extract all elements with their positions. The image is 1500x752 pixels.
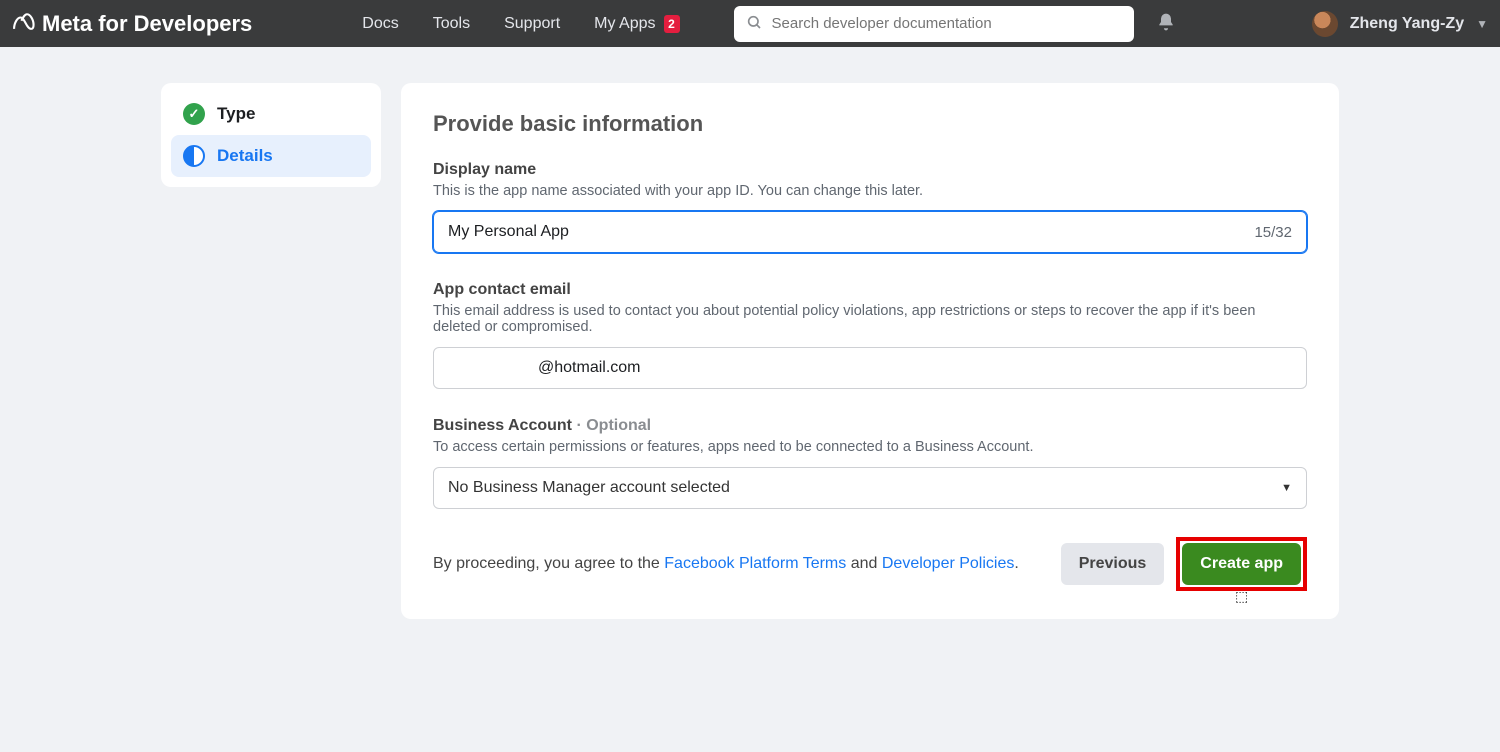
bell-icon: [1156, 12, 1176, 32]
step-type-label: Type: [217, 104, 255, 124]
nav-links: Docs Tools Support My Apps 2: [348, 11, 693, 37]
nav-docs[interactable]: Docs: [348, 11, 412, 37]
email-help: This email address is used to contact yo…: [433, 303, 1307, 335]
meta-logo-icon: [10, 11, 36, 37]
nav-my-apps[interactable]: My Apps 2: [580, 11, 693, 37]
top-nav: Meta for Developers Docs Tools Support M…: [0, 0, 1500, 47]
chevron-down-icon: ▼: [1281, 482, 1292, 494]
business-group: Business Account · Optional To access ce…: [433, 417, 1307, 509]
platform-terms-link[interactable]: Facebook Platform Terms: [664, 555, 846, 572]
notifications-button[interactable]: [1156, 12, 1176, 35]
display-name-group: Display name This is the app name associ…: [433, 161, 1307, 253]
step-details[interactable]: Details: [171, 135, 371, 177]
display-name-input-wrap: 15/32: [433, 211, 1307, 253]
display-name-input[interactable]: [448, 223, 1254, 241]
business-label: Business Account · Optional: [433, 417, 1307, 435]
highlight-annotation: Create app ⬚: [1176, 537, 1307, 591]
user-name: Zheng Yang-Zy: [1350, 15, 1464, 33]
half-circle-icon: [183, 145, 205, 167]
display-name-label: Display name: [433, 161, 1307, 179]
brand-text: Meta for Developers: [42, 11, 252, 37]
step-type[interactable]: ✓ Type: [171, 93, 371, 135]
create-app-button[interactable]: Create app: [1182, 543, 1301, 585]
business-help: To access certain permissions or feature…: [433, 439, 1307, 455]
step-details-label: Details: [217, 146, 273, 166]
business-selected-value: No Business Manager account selected: [448, 479, 730, 497]
search-wrap: [734, 6, 1134, 42]
legal-text: By proceeding, you agree to the Facebook…: [433, 555, 1019, 573]
email-suffix: @hotmail.com: [538, 359, 641, 377]
brand[interactable]: Meta for Developers: [8, 11, 252, 37]
cursor-icon: ⬚: [1235, 588, 1248, 605]
user-menu[interactable]: Zheng Yang-Zy ▼: [1312, 11, 1488, 37]
page-body: ✓ Type Details Provide basic information…: [0, 47, 1500, 619]
chevron-down-icon: ▼: [1476, 17, 1488, 31]
search-box[interactable]: [734, 6, 1134, 42]
form-footer: By proceeding, you agree to the Facebook…: [433, 537, 1307, 591]
nav-support[interactable]: Support: [490, 11, 574, 37]
check-circle-icon: ✓: [183, 103, 205, 125]
display-name-help: This is the app name associated with you…: [433, 183, 1307, 199]
email-redacted-prefix: [448, 358, 538, 378]
steps-sidebar: ✓ Type Details: [161, 83, 381, 187]
search-icon: [746, 14, 762, 33]
business-optional: Optional: [586, 417, 651, 434]
developer-policies-link[interactable]: Developer Policies: [882, 555, 1015, 572]
search-input[interactable]: [772, 15, 1122, 32]
nav-tools[interactable]: Tools: [419, 11, 484, 37]
display-name-counter: 15/32: [1254, 224, 1292, 241]
button-row: Previous Create app ⬚: [1061, 537, 1307, 591]
business-select[interactable]: No Business Manager account selected ▼: [433, 467, 1307, 509]
my-apps-badge: 2: [664, 15, 680, 33]
page-title: Provide basic information: [433, 111, 1307, 137]
avatar: [1312, 11, 1338, 37]
previous-button[interactable]: Previous: [1061, 543, 1165, 585]
email-group: App contact email This email address is …: [433, 281, 1307, 389]
email-input-wrap[interactable]: @hotmail.com: [433, 347, 1307, 389]
email-label: App contact email: [433, 281, 1307, 299]
form-card: Provide basic information Display name T…: [401, 83, 1339, 619]
